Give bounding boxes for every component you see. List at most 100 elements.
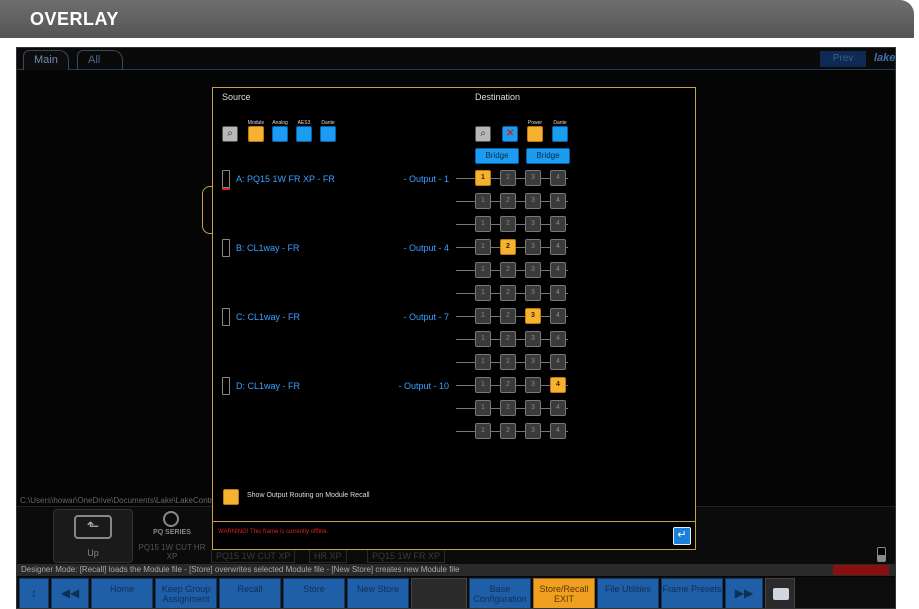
destination-search-button[interactable]: ⌕ [475,126,491,142]
routing-node[interactable]: 3 [525,423,541,439]
source-indicator [222,170,230,190]
bridge-button[interactable]: Bridge [526,148,570,164]
destination-filter-button[interactable]: ✕ [502,126,518,142]
routing-node[interactable]: 4 [550,285,566,301]
routing-node[interactable]: 1 [475,285,491,301]
routing-node[interactable]: 4 [550,377,566,393]
routing-node[interactable]: 2 [500,423,516,439]
function-key[interactable]: Recall [219,578,281,608]
routing-node[interactable]: 1 [475,354,491,370]
routing-node[interactable]: 2 [500,262,516,278]
destination-filter-button[interactable] [527,126,543,142]
enter-button[interactable]: ↵ [673,527,691,545]
routing-node[interactable]: 2 [500,400,516,416]
routing-node[interactable]: 4 [550,193,566,209]
routing-node[interactable]: 2 [500,331,516,347]
file-path: C:\Users\howar\OneDrive\Documents\Lake\L… [20,496,220,505]
up-button[interactable]: ⬑ Up [53,509,133,563]
routing-node[interactable]: 2 [500,239,516,255]
routing-node[interactable]: 3 [525,239,541,255]
source-search-button[interactable]: ⌕ [222,126,238,142]
function-key[interactable] [411,578,467,608]
routing-node[interactable]: 1 [475,239,491,255]
source-label[interactable]: B: CL1way - FR [236,243,300,253]
source-label[interactable]: C: CL1way - FR [236,312,300,322]
function-key[interactable]: Frame Presets [661,578,723,608]
module-item[interactable]: PQ15 1W CUT XP [211,549,296,563]
source-label[interactable]: A: PQ15 1W FR XP - FR [236,174,335,184]
overlay-header-bar: OVERLAY [0,0,914,38]
source-filter-module-button[interactable] [248,126,264,142]
function-key[interactable]: File Utilities [597,578,659,608]
routing-node[interactable]: 1 [475,400,491,416]
function-key[interactable]: Base Configuration [469,578,531,608]
pq-series-module[interactable]: PQ SERIES PQ15 1W CUT HR XP [137,509,207,563]
source-filter-aes3-button[interactable] [296,126,312,142]
function-key[interactable]: New Store [347,578,409,608]
tab-all[interactable]: All [77,50,123,70]
source-indicator [222,239,230,257]
routing-node[interactable]: 4 [550,354,566,370]
source-filter-dante-button[interactable] [320,126,336,142]
function-key[interactable]: Home [91,578,153,608]
routing-node[interactable]: 1 [475,262,491,278]
module-item[interactable]: PQ15 1W FR XP [367,549,446,563]
function-key[interactable]: Store/Recall EXIT [533,578,595,608]
routing-node[interactable]: 1 [475,423,491,439]
source-label[interactable]: D: CL1way - FR [236,381,300,391]
function-key[interactable]: ↕ [19,578,49,608]
function-key[interactable]: ▶▶ [725,578,763,608]
source-indicator [222,308,230,326]
function-key[interactable] [765,578,795,608]
routing-node[interactable]: 3 [525,331,541,347]
routing-node[interactable]: 4 [550,239,566,255]
routing-node[interactable]: 1 [475,193,491,209]
routing-node[interactable]: 1 [475,170,491,186]
routing-node[interactable]: 3 [525,193,541,209]
module-item[interactable]: HR XP [309,549,347,563]
show-routing-label: Show Output Routing on Module Recall [247,492,370,499]
camera-icon [773,588,789,600]
routing-node[interactable]: 2 [500,354,516,370]
routing-node[interactable]: 4 [550,170,566,186]
routing-node[interactable]: 4 [550,308,566,324]
function-key[interactable]: Store [283,578,345,608]
routing-node[interactable]: 3 [525,308,541,324]
lake-logo: lake [874,52,896,64]
pq-module-name: PQ15 1W CUT HR XP [138,543,206,561]
routing-node[interactable]: 3 [525,170,541,186]
source-filter-analog-button[interactable] [272,126,288,142]
routing-node[interactable]: 3 [525,354,541,370]
function-key[interactable]: Keep Group Assignment [155,578,217,608]
folder-up-icon: ⬑ [74,515,112,539]
routing-node[interactable]: 4 [550,216,566,232]
routing-node[interactable]: 4 [550,400,566,416]
preview-button[interactable]: Prev [820,51,866,67]
show-routing-checkbox[interactable] [223,489,239,505]
destination-filter-button[interactable] [552,126,568,142]
bridge-button[interactable]: Bridge [475,148,519,164]
routing-node[interactable]: 1 [475,308,491,324]
routing-node[interactable]: 3 [525,400,541,416]
routing-node[interactable]: 1 [475,331,491,347]
routing-node[interactable]: 4 [550,262,566,278]
routing-node[interactable]: 2 [500,170,516,186]
routing-node[interactable]: 2 [500,308,516,324]
routing-node[interactable]: 1 [475,216,491,232]
routing-node[interactable]: 1 [475,377,491,393]
routing-node[interactable]: 3 [525,377,541,393]
routing-node[interactable]: 2 [500,193,516,209]
tab-main[interactable]: Main [23,50,69,70]
routing-node[interactable]: 2 [500,285,516,301]
function-key[interactable]: ◀◀ [51,578,89,608]
destination-heading: Destination [475,92,521,102]
routing-node[interactable]: 3 [525,285,541,301]
routing-node[interactable]: 4 [550,331,566,347]
function-key-bar: ↕ ◀◀ Home Keep Group Assignment Recall Store N… [17,577,895,608]
routing-node[interactable]: 3 [525,216,541,232]
status-text: Designer Mode: [Recall] loads the Module… [21,565,460,574]
routing-node[interactable]: 2 [500,216,516,232]
routing-node[interactable]: 4 [550,423,566,439]
routing-node[interactable]: 2 [500,377,516,393]
routing-node[interactable]: 3 [525,262,541,278]
